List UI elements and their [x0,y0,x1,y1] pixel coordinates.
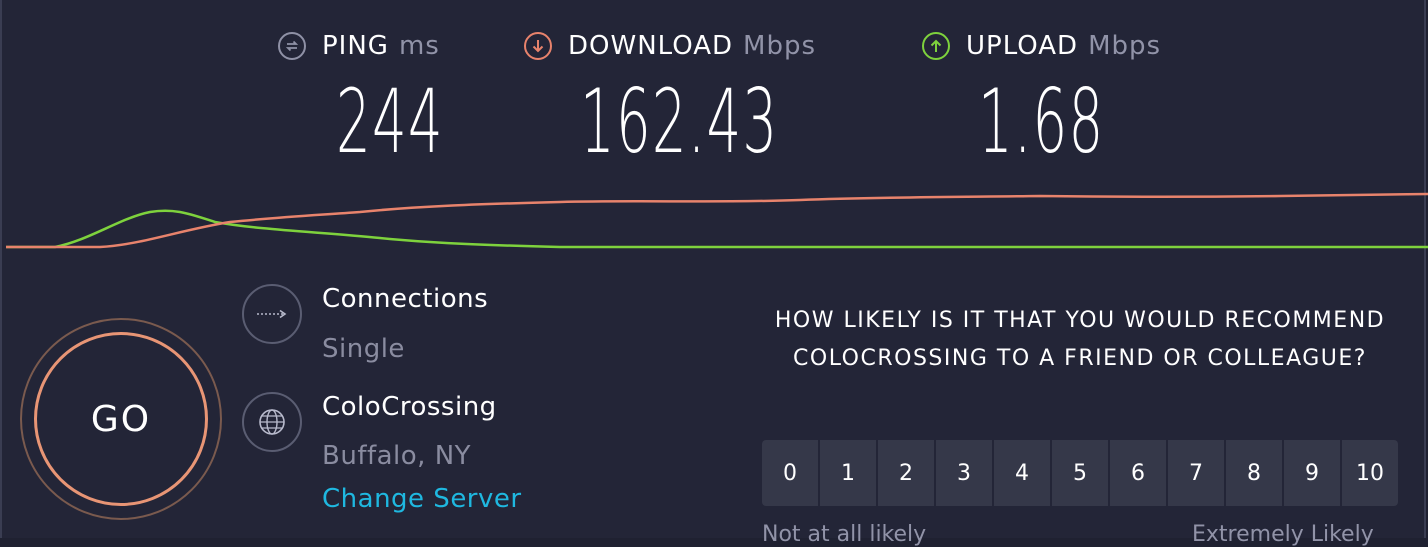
download-metric: DOWNLOAD Mbps 162.43 [524,28,817,173]
ping-label: PING [322,31,389,61]
upload-unit: Mbps [1088,31,1162,61]
speed-graph [6,192,1428,249]
survey-option-8[interactable]: 8 [1226,440,1282,506]
go-button[interactable]: GO [34,332,208,506]
survey-scale: 0 1 2 3 4 5 6 7 8 9 10 [762,440,1398,506]
survey-option-5[interactable]: 5 [1052,440,1108,506]
download-graph-line [6,192,1428,249]
change-server-link[interactable]: Change Server [322,484,522,514]
server-name: ColoCrossing [322,392,497,422]
download-value: 162.43 [580,70,779,173]
survey-option-7[interactable]: 7 [1168,440,1224,506]
arrow-right-icon[interactable] [242,284,302,344]
survey-option-1[interactable]: 1 [820,440,876,506]
survey-low-label: Not at all likely [762,522,927,547]
upload-metric: UPLOAD Mbps 1.68 [922,28,1162,173]
download-unit: Mbps [743,31,817,61]
download-label: DOWNLOAD [568,31,734,61]
survey-option-4[interactable]: 4 [994,440,1050,506]
connections-value[interactable]: Single [322,334,405,364]
connections-title: Connections [322,284,489,314]
upload-label: UPLOAD [966,31,1079,61]
survey-option-9[interactable]: 9 [1284,440,1340,506]
survey-high-label: Extremely Likely [1192,522,1374,547]
survey-option-2[interactable]: 2 [878,440,934,506]
ping-metric: PING ms 244 [278,28,443,173]
ping-icon [278,32,306,60]
ping-unit: ms [398,31,440,61]
ping-value: 244 [336,70,444,173]
upload-graph-line [6,209,1428,249]
upload-value: 1.68 [978,70,1105,173]
survey-option-10[interactable]: 10 [1342,440,1398,506]
upload-arrow-icon [922,32,950,60]
download-arrow-icon [524,32,552,60]
survey-option-0[interactable]: 0 [762,440,818,506]
survey-option-6[interactable]: 6 [1110,440,1166,506]
globe-icon [242,392,302,452]
survey-question: HOW LIKELY IS IT THAT YOU WOULD RECOMMEN… [774,308,1386,371]
survey-option-3[interactable]: 3 [936,440,992,506]
server-location: Buffalo, NY [322,441,472,471]
